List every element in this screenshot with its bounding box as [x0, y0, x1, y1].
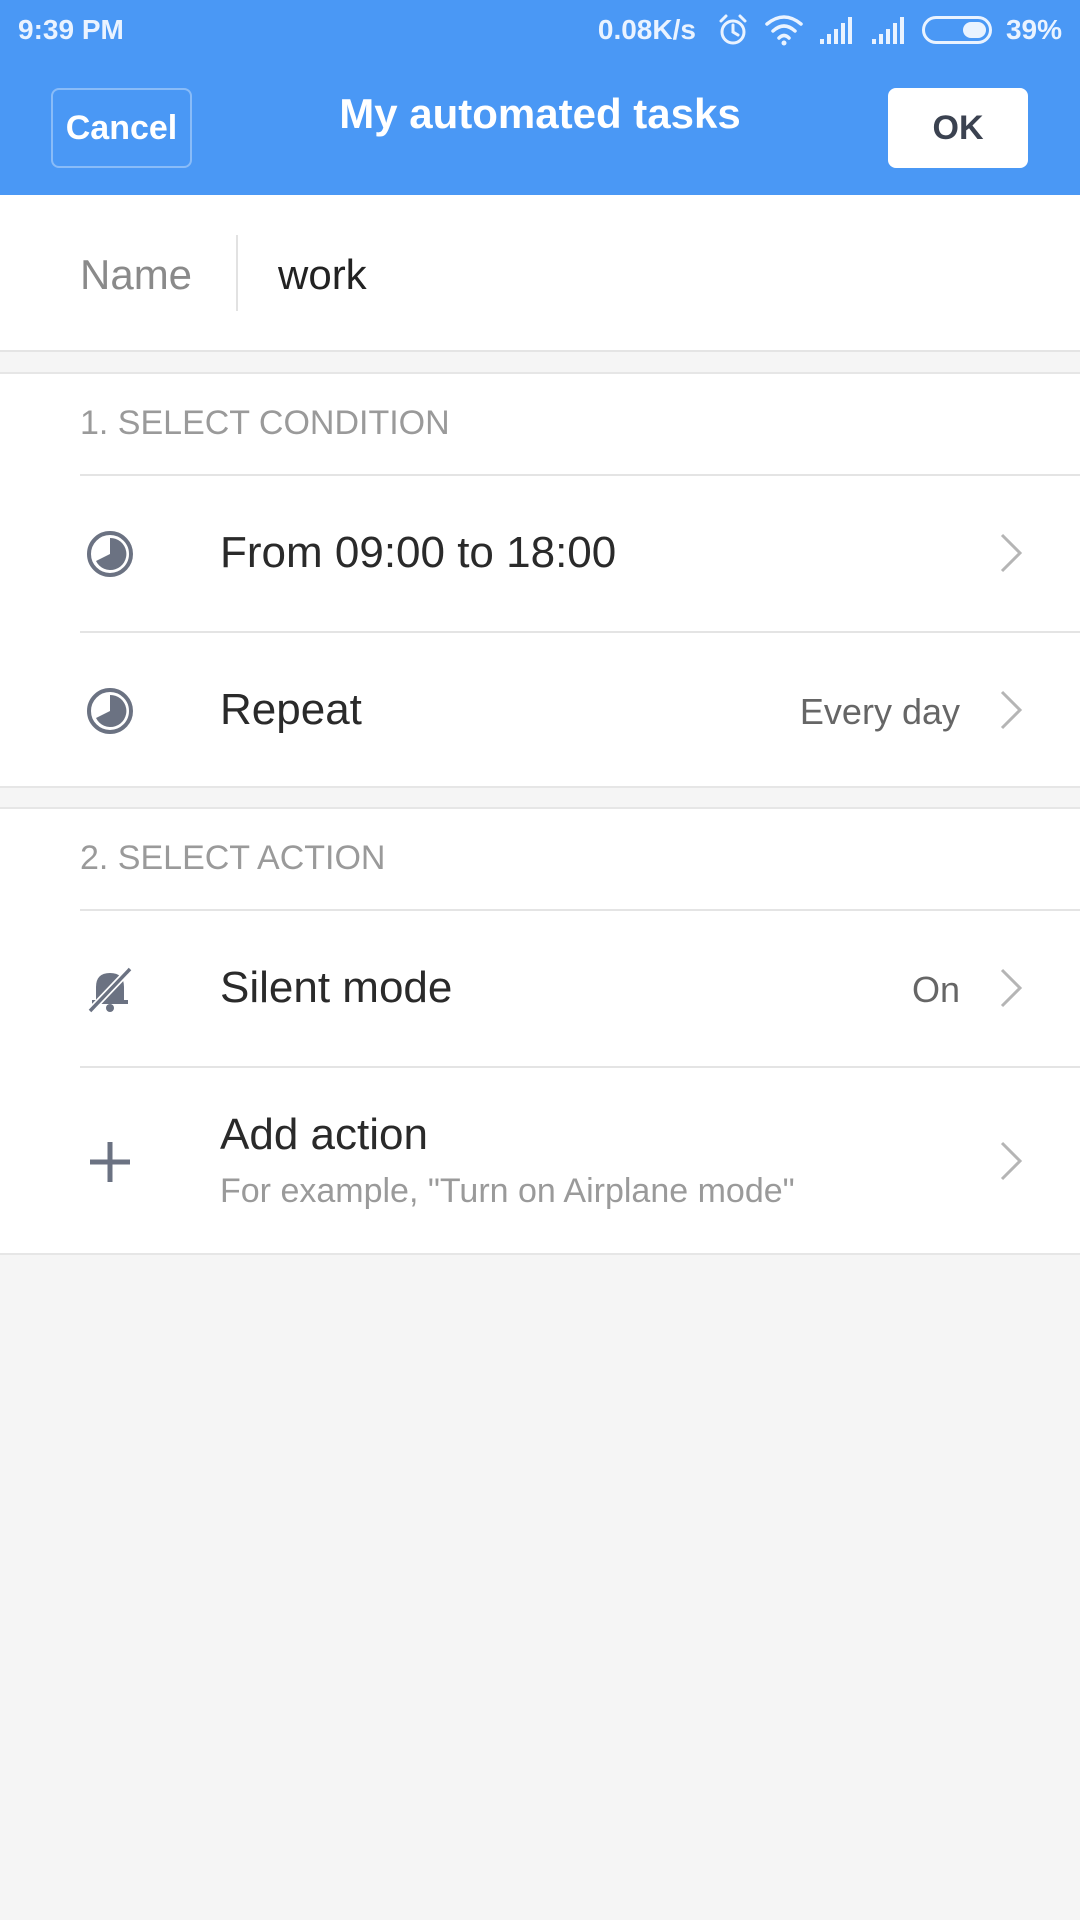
status-time: 9:39 PM — [18, 14, 124, 45]
row-sublabel: For example, "Turn on Airplane mode" — [220, 1172, 795, 1210]
row-label: Add action — [220, 1110, 428, 1159]
row-value: On — [911, 969, 960, 1010]
chevron-right-icon — [998, 967, 1024, 1009]
alarm-icon — [716, 13, 750, 47]
signal-icon — [818, 15, 856, 45]
name-input[interactable]: work — [278, 251, 367, 299]
name-label: Name — [80, 251, 193, 298]
row-label: From 09:00 to 18:00 — [220, 528, 617, 577]
wifi-icon — [764, 14, 804, 46]
section-heading: 2. SELECT ACTION — [80, 839, 386, 877]
row-label: Silent mode — [220, 963, 453, 1012]
chevron-right-icon — [998, 1140, 1024, 1182]
status-indicators: 0.08K/s 39% — [598, 10, 1062, 50]
title-bar: Cancel My automated tasks OK — [0, 60, 1080, 195]
section-heading: 1. SELECT CONDITION — [80, 404, 450, 442]
signal-icon — [870, 15, 908, 45]
name-field-row[interactable]: Name work — [0, 195, 1080, 352]
row-value: Every day — [799, 691, 960, 732]
chevron-right-icon — [998, 532, 1024, 574]
clock-icon — [84, 528, 136, 580]
chevron-right-icon — [998, 689, 1024, 731]
battery-icon — [921, 16, 992, 44]
page-title: My automated tasks — [339, 90, 741, 137]
condition-repeat-row[interactable]: Repeat Every day — [0, 633, 1080, 788]
add-action-row[interactable]: Add action For example, "Turn on Airplan… — [0, 1068, 1080, 1255]
action-section: 2. SELECT ACTION Silent mode On Add acti… — [0, 807, 1080, 1255]
silent-bell-icon — [84, 963, 136, 1015]
cancel-button[interactable]: Cancel — [51, 88, 192, 168]
action-silent-mode-row[interactable]: Silent mode On — [0, 911, 1080, 1068]
clock-icon — [84, 685, 136, 737]
condition-time-row[interactable]: From 09:00 to 18:00 — [0, 476, 1080, 633]
app-header: 9:39 PM 0.08K/s 39% Cancel My automated … — [0, 0, 1080, 195]
battery-level — [962, 22, 986, 38]
ok-button[interactable]: OK — [888, 88, 1028, 168]
net-speed: 0.08K/s — [597, 14, 696, 45]
condition-section: 1. SELECT CONDITION From 09:00 to 18:00 … — [0, 372, 1080, 788]
plus-icon — [84, 1136, 136, 1188]
name-divider — [236, 235, 238, 311]
row-label: Repeat — [220, 685, 362, 734]
battery-percent: 39% — [1005, 14, 1062, 45]
status-bar: 9:39 PM 0.08K/s 39% — [0, 0, 1080, 60]
